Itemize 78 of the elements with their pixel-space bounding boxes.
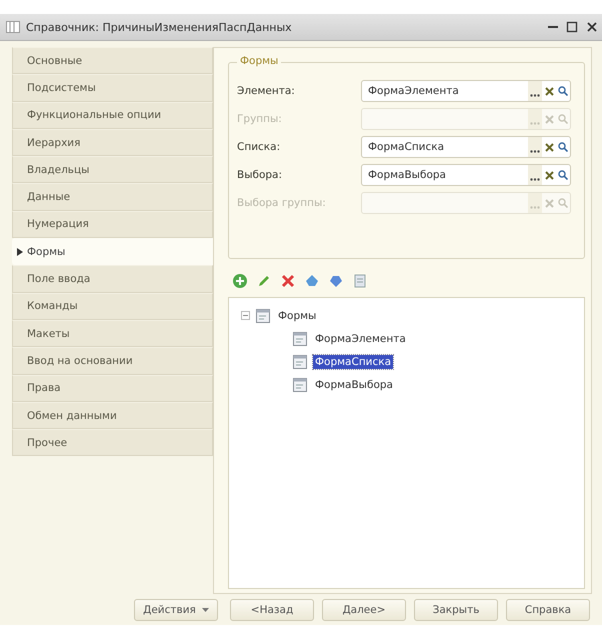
- collapse-toggle[interactable]: [241, 311, 250, 320]
- edit-button[interactable]: [256, 273, 272, 289]
- sidebar-tab[interactable]: Нумерация: [12, 210, 213, 238]
- delete-icon: [280, 273, 296, 289]
- sidebar-tab[interactable]: Подсистемы: [12, 74, 213, 102]
- window-title: Справочник: ПричиныИзмененияПаспДанных: [26, 20, 293, 34]
- input-field[interactable]: ФормаСписка: [361, 136, 571, 158]
- ellipsis-icon: [530, 122, 540, 125]
- maximize-button[interactable]: [566, 21, 578, 33]
- app-icon: [6, 21, 20, 33]
- clear-icon: [544, 114, 554, 124]
- form-icon: [256, 308, 270, 322]
- maximize-icon: [566, 21, 578, 33]
- ellipsis-icon: [530, 150, 540, 153]
- close-button[interactable]: [586, 21, 598, 33]
- select-button[interactable]: [528, 81, 542, 101]
- tree-item[interactable]: ФормаСписка: [313, 354, 394, 368]
- minimize-icon: [548, 26, 558, 28]
- add-icon: [232, 273, 248, 289]
- dialog-button[interactable]: Справка: [506, 599, 590, 621]
- sidebar-tab[interactable]: Ввод на основании: [12, 347, 213, 375]
- ellipsis-icon: [530, 178, 540, 181]
- sidebar-tab[interactable]: Функциональные опции: [12, 102, 213, 129]
- dialog-button[interactable]: Закрыть: [414, 599, 498, 621]
- field-label: Списка:: [237, 141, 282, 153]
- form-icon: [293, 354, 307, 368]
- minus-icon: [241, 311, 250, 320]
- form-icon: [293, 332, 307, 346]
- sidebar-tab[interactable]: Команды: [12, 292, 213, 320]
- actions-menu-button[interactable]: Действия: [134, 599, 218, 621]
- close-icon: [586, 21, 598, 33]
- tree-item[interactable]: ФормаЭлемента: [313, 332, 408, 346]
- up-icon: [304, 273, 320, 289]
- field-label: Группы:: [237, 113, 283, 125]
- delete-button[interactable]: [280, 273, 296, 289]
- sidebar-tab[interactable]: Данные: [12, 183, 213, 211]
- add-button[interactable]: [232, 273, 248, 289]
- sidebar-tab[interactable]: Формы: [12, 238, 214, 266]
- ellipsis-icon: [530, 206, 540, 209]
- group-title: Формы: [237, 55, 282, 67]
- sidebar-tab[interactable]: Владельцы: [12, 156, 213, 184]
- pencil-icon: [256, 273, 272, 289]
- sidebar-tab[interactable]: Основные: [12, 47, 213, 74]
- search-icon: [558, 114, 568, 124]
- select-button[interactable]: [528, 165, 542, 185]
- form-icon: [293, 378, 307, 392]
- field-label: Элемента:: [237, 85, 296, 97]
- move-down-button[interactable]: [328, 273, 344, 289]
- search-icon: [558, 142, 568, 152]
- select-button[interactable]: [528, 137, 542, 157]
- field-label: Выбора:: [237, 169, 284, 181]
- dialog-button[interactable]: <Назад: [230, 599, 314, 621]
- search-icon: [558, 170, 568, 180]
- caret-icon: [202, 608, 209, 612]
- clear-icon: [544, 170, 554, 180]
- field-label: Выбора группы:: [237, 197, 327, 209]
- clear-icon: [544, 142, 554, 152]
- down-icon: [328, 273, 344, 289]
- input-field[interactable]: ФормаВыбора: [361, 164, 571, 186]
- dialog-button[interactable]: Далее>: [322, 599, 406, 621]
- arrow-icon: [17, 248, 23, 256]
- move-up-button[interactable]: [304, 273, 320, 289]
- clear-icon: [544, 198, 554, 208]
- sort-button[interactable]: [352, 273, 368, 289]
- tree-item[interactable]: Формы: [276, 308, 318, 322]
- sidebar-tab[interactable]: Иерархия: [12, 128, 213, 156]
- search-icon: [558, 198, 568, 208]
- sidebar-tab[interactable]: Обмен данными: [12, 402, 213, 430]
- sidebar-tab[interactable]: Права: [12, 374, 213, 402]
- search-icon: [558, 86, 568, 96]
- clear-icon: [544, 86, 554, 96]
- sidebar-tab[interactable]: Поле ввода: [12, 265, 213, 293]
- sidebar-tab[interactable]: Прочее: [12, 429, 213, 456]
- tree-item[interactable]: ФормаВыбора: [313, 378, 395, 392]
- list-icon: [352, 273, 368, 289]
- input-field[interactable]: ФормаЭлемента: [361, 80, 571, 102]
- sidebar-tab[interactable]: Макеты: [12, 320, 213, 348]
- ellipsis-icon: [530, 94, 540, 97]
